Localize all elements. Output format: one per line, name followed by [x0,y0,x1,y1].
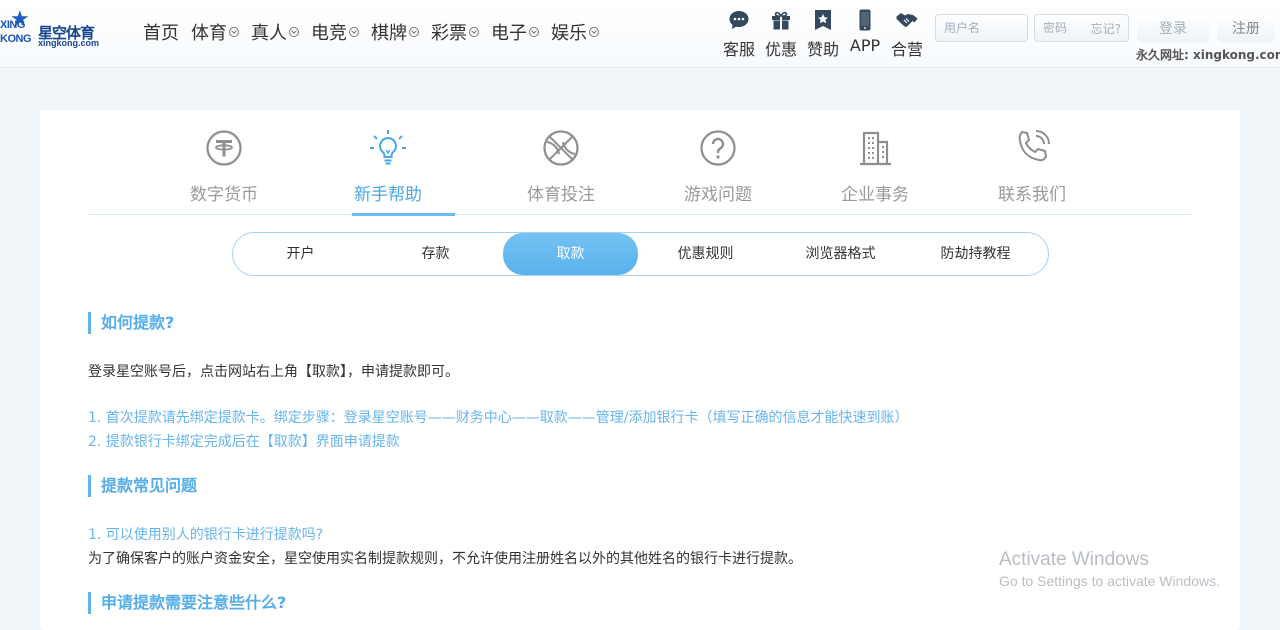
category-label: 联系我们 [998,185,1066,205]
quicklink-label: 合营 [890,40,923,59]
category-tab-contact-us[interactable]: 联系我们 [962,128,1102,215]
category-tab-game-issues[interactable]: 游戏问题 [648,128,788,215]
tether-coin-icon [206,130,242,166]
subtab-anti-hijack-guide[interactable]: 防劫持教程 [908,233,1043,275]
nav-item-lottery[interactable]: 彩票 [431,19,479,45]
quick-links: 客服 优惠 赞助 APP 合营 [718,6,928,62]
nav-item-home[interactable]: 首页 [143,19,179,45]
category-label: 新手帮助 [354,185,422,205]
username-input[interactable] [935,14,1028,42]
category-tab-sports-betting[interactable]: 体育投注 [491,128,631,215]
logo-text-kong: KONG [0,33,32,45]
nav-label: 首页 [143,23,179,44]
gift-icon [772,11,790,30]
chevron-down-icon [529,27,539,37]
nav-item-esports[interactable]: 电竞 [311,19,359,45]
chevron-down-icon [589,27,599,37]
section-title-how-to-withdraw: 如何提款? [88,312,174,334]
subtab-deposit[interactable]: 存款 [368,233,503,275]
nav-item-chess-cards[interactable]: 棋牌 [371,19,419,45]
chevron-down-icon [349,27,359,37]
help-category-tabs: 数字货币 新手帮助 体育投注 游戏问题 企业事务 联系我们 [88,110,1193,216]
chevron-down-icon [469,27,479,37]
faq-question-1: 1. 可以使用别人的银行卡进行提款吗? [88,527,324,543]
permanent-url: 永久网址: xingkong.com [1136,48,1280,62]
withdraw-step-2: 2. 提款银行卡绑定完成后在【取款】界面申请提款 [88,434,400,450]
quicklink-label: 优惠 [764,40,797,59]
nav-item-live-casino[interactable]: 真人 [251,19,299,45]
category-tab-digital-currency[interactable]: 数字货币 [154,128,294,215]
faq-answer-1: 为了确保客户的账户资金安全，星空使用实名制提款规则，不允许使用注册姓名以外的其他… [88,551,802,567]
section-title-withdraw-faq: 提款常见问题 [88,475,197,497]
nav-label: 真人 [251,23,287,44]
watermark-subtitle: Go to Settings to activate Windows. [999,573,1220,589]
question-circle-icon [700,130,736,166]
category-label: 企业事务 [841,185,909,205]
nav-label: 电竞 [311,23,347,44]
chevron-down-icon [409,27,419,37]
login-button[interactable]: 登录 [1137,14,1209,42]
nav-label: 彩票 [431,23,467,44]
password-wrapper: 忘记? [1034,14,1129,42]
quicklink-customer-service[interactable]: 客服 [718,6,760,62]
lightbulb-icon [370,130,406,165]
handshake-icon [896,13,918,27]
subtab-promotion-rules[interactable]: 优惠规则 [638,233,773,275]
help-subtabs: 开户 存款 取款 优惠规则 浏览器格式 防劫持教程 [232,232,1049,276]
category-label: 游戏问题 [684,185,752,205]
nav-item-sports[interactable]: 体育 [191,19,239,45]
main-nav: 首页 体育 真人 电竞 棋牌 彩票 电子 娱乐 [143,18,611,46]
star-badge-icon [815,10,831,30]
logo-domain: xingkong.com [38,38,100,48]
quicklink-promotions[interactable]: 优惠 [760,6,802,62]
category-label: 数字货币 [190,185,258,205]
phone-icon [859,9,871,31]
phone-call-icon [1018,130,1050,162]
section-title-withdraw-notes: 申请提款需要注意些什么? [88,592,286,614]
subtab-open-account[interactable]: 开户 [233,233,368,275]
forgot-password-link[interactable]: 忘记? [1091,20,1121,37]
register-button[interactable]: 注册 [1217,14,1275,42]
top-header: ★ XING KONG 星空体育 xingkong.com 首页 体育 真人 电… [0,0,1280,68]
nav-label: 棋牌 [371,23,407,44]
subtab-browser-format[interactable]: 浏览器格式 [773,233,908,275]
chat-bubble-icon [729,11,749,29]
subtab-withdraw[interactable]: 取款 [503,233,638,275]
nav-label: 娱乐 [551,23,587,44]
quicklink-sponsorship[interactable]: 赞助 [802,6,844,62]
quicklink-label: APP [849,36,881,55]
watermark-title: Activate Windows [999,549,1149,570]
login-form: 忘记? 登录 注册 [935,14,1275,42]
withdraw-step-1: 1. 首次提款请先绑定提款卡。绑定步骤：登录星空账号——财务中心——取款——管理… [88,410,909,426]
quicklink-partnership[interactable]: 合营 [886,6,928,62]
quicklink-label: 赞助 [806,40,839,59]
nav-label: 体育 [191,23,227,44]
building-icon [860,131,891,166]
chevron-down-icon [229,27,239,37]
withdraw-intro-text: 登录星空账号后，点击网站右上角【取款】，申请提款即可。 [88,364,459,380]
nav-item-slots[interactable]: 电子 [491,19,539,45]
windows-activation-watermark: Activate Windows Go to Settings to activ… [999,549,1220,589]
basketball-icon [543,130,579,166]
category-label: 体育投注 [527,185,595,205]
logo-text-xing: XING [0,19,25,31]
quicklink-label: 客服 [722,40,755,59]
chevron-down-icon [289,27,299,37]
nav-item-entertainment[interactable]: 娱乐 [551,19,599,45]
site-logo[interactable]: ★ XING KONG 星空体育 xingkong.com [0,9,110,49]
category-tab-beginner-help[interactable]: 新手帮助 [318,128,458,216]
category-tab-business-affairs[interactable]: 企业事务 [805,128,945,215]
nav-label: 电子 [491,23,527,44]
quicklink-app[interactable]: APP [844,6,886,62]
